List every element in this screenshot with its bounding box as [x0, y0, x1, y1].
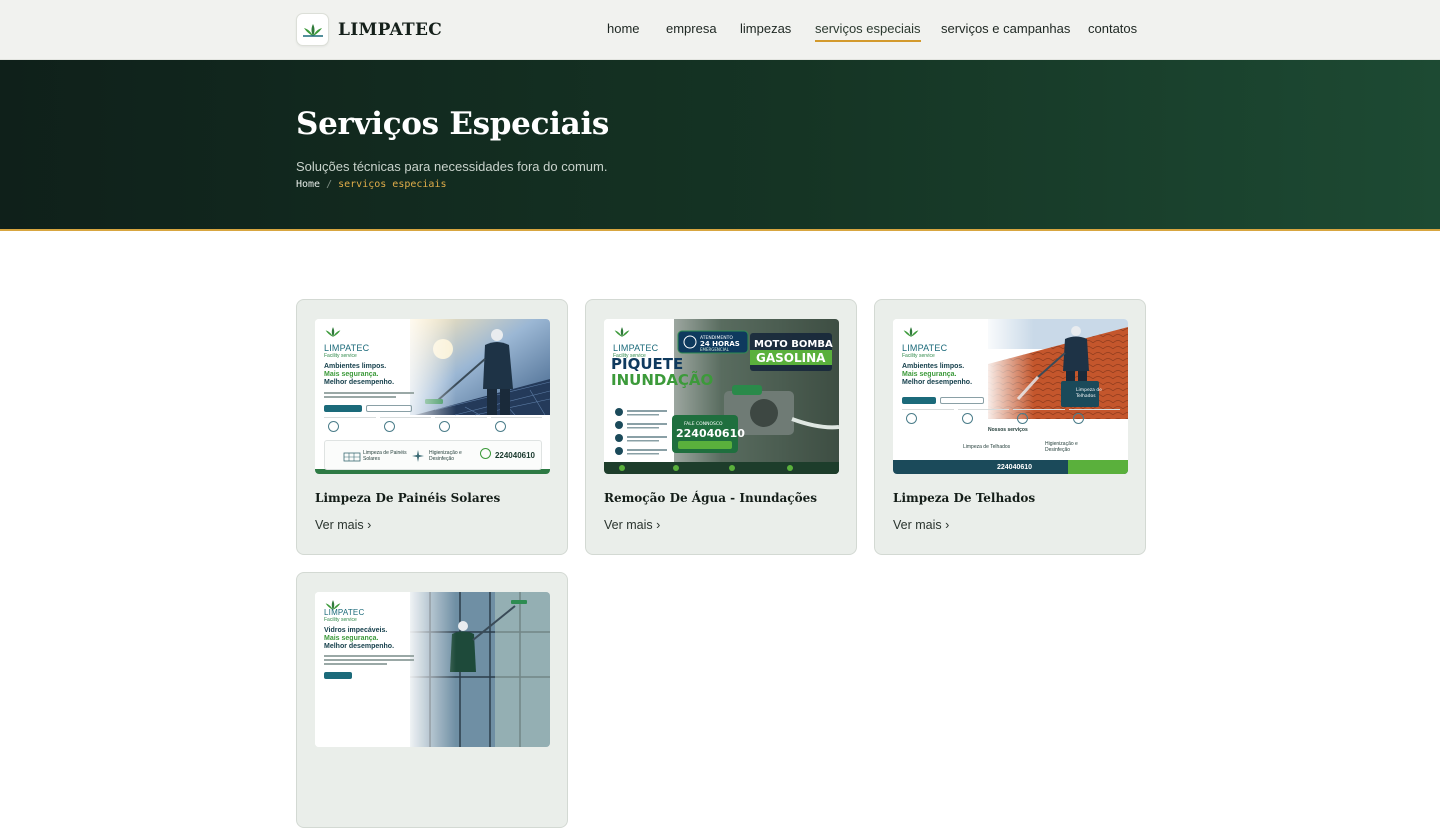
poster-brand-sub: Facility service: [902, 353, 935, 359]
poster-feature-row: [902, 409, 1120, 429]
poster-service-1: Limpeza de Telhados: [963, 444, 1011, 450]
poster-phone: 224040610: [997, 464, 1033, 471]
poster-service-box: Limpeza de Painéis Solares Higienização …: [324, 440, 542, 470]
nav-limpezas[interactable]: limpezas: [740, 20, 791, 38]
ver-mais-link[interactable]: Ver mais ›: [893, 518, 949, 532]
service-card-vidros[interactable]: LIMPATEC Facility service Vidros impecáv…: [296, 572, 568, 828]
leaf-logo-icon: [902, 325, 920, 344]
poster-headline: Ambientes limpos. Mais segurança. Melhor…: [902, 363, 973, 386]
nav-servicos-especiais[interactable]: serviços especiais: [815, 20, 921, 42]
top-navigation-bar: LIMPATEC home empresa limpezas serviços …: [0, 0, 1440, 60]
nav-empresa[interactable]: empresa: [666, 20, 717, 38]
breadcrumb-separator: /: [326, 179, 333, 190]
poster-brand: LIMPATEC: [324, 608, 365, 617]
service-image-paineis-solares: LIMPATEC Facility service Ambientes limp…: [315, 319, 550, 474]
page-subtitle: Soluções técnicas para necessidades fora…: [296, 159, 608, 174]
service-card-paineis-solares[interactable]: LIMPATEC Facility service Ambientes limp…: [296, 299, 568, 555]
phone-icon: [480, 448, 491, 459]
sparkle-icon: [412, 450, 424, 462]
poster-headline: Ambientes limpos. Mais segurança. Melhor…: [324, 363, 395, 386]
poster-brand: LIMPATEC: [902, 343, 948, 353]
page-hero: Serviços Especiais Soluções técnicas par…: [0, 60, 1440, 231]
poster-buttons: [902, 397, 984, 404]
poster-headline: Vidros impecáveis. Mais segurança. Melho…: [324, 627, 395, 650]
nav-servicos-e-campanhas[interactable]: serviços e campanhas: [941, 20, 1070, 38]
poster-section-title: Nossos serviços: [988, 427, 1028, 433]
service-card-remocao-agua[interactable]: ATENDIMENTO 24 HORAS EMERGENCIAL MOTO BO…: [585, 299, 857, 555]
service-image-telhados: Limpeza de Telhados LIMPATEC Facility se…: [893, 319, 1128, 474]
poster-phone: 224040610: [494, 451, 535, 460]
leaf-logo-icon: [324, 325, 342, 344]
solar-panel-icon: [343, 452, 361, 462]
service-image-vidros: LIMPATEC Facility service Vidros impecáv…: [315, 592, 550, 747]
poster-buttons: [324, 672, 352, 679]
service-image-remocao-agua: ATENDIMENTO 24 HORAS EMERGENCIAL MOTO BO…: [604, 319, 839, 474]
poster-brand-sub: Facility service: [324, 353, 357, 359]
poster-service-2: Higienização e Desinfeção: [1045, 441, 1078, 453]
ver-mais-link[interactable]: Ver mais ›: [315, 518, 371, 532]
service-card-title[interactable]: Limpeza De Telhados: [893, 491, 1035, 505]
svg-text:EMERGENCIAL: EMERGENCIAL: [700, 347, 730, 352]
service-card-title[interactable]: Limpeza De Painéis Solares: [315, 491, 500, 505]
poster-brand: LIMPATEC: [613, 343, 659, 353]
poster-brand-sub: Facility service: [324, 617, 357, 623]
breadcrumb-current: serviços especiais: [338, 179, 447, 190]
leaf-logo-icon: [613, 325, 631, 344]
nav-contatos[interactable]: contatos: [1088, 20, 1137, 38]
poster-body-text: [324, 392, 414, 400]
poster-brand: LIMPATEC: [324, 343, 370, 353]
svg-text:224040610: 224040610: [676, 427, 745, 440]
nav-home[interactable]: home: [607, 20, 640, 38]
poster-headline: PIQUETE INUNDAÇÃO: [611, 355, 714, 389]
service-card-telhados[interactable]: Limpeza de Telhados LIMPATEC Facility se…: [874, 299, 1146, 555]
poster-service-2: Higienização e Desinfeção: [429, 450, 462, 462]
poster-buttons: [324, 405, 412, 412]
svg-text:MOTO BOMBA: MOTO BOMBA: [754, 339, 833, 350]
poster-feature-row: [324, 417, 542, 437]
poster-service-1: Limpeza de Painéis Solares: [363, 450, 407, 462]
ver-mais-link[interactable]: Ver mais ›: [604, 518, 660, 532]
poster-body-text: [324, 655, 414, 667]
breadcrumb-home[interactable]: Home: [296, 179, 320, 190]
page-title: Serviços Especiais: [296, 106, 610, 142]
service-card-title[interactable]: Remoção De Água - Inundações: [604, 491, 817, 505]
main-nav: home empresa limpezas serviços especiais…: [0, 20, 1440, 44]
svg-text:GASOLINA: GASOLINA: [756, 351, 826, 365]
breadcrumb: Home / serviços especiais: [296, 179, 447, 190]
